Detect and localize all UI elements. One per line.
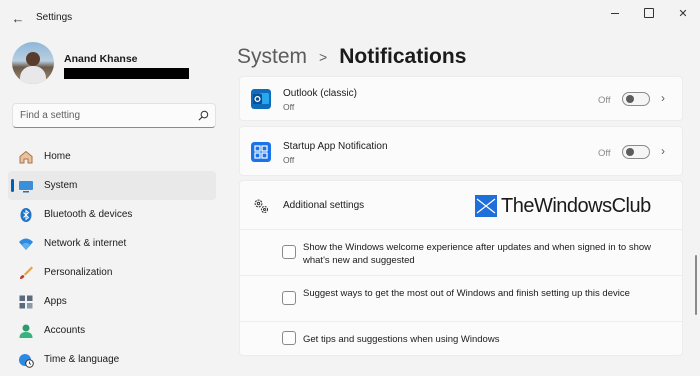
maximize-button[interactable] xyxy=(632,4,666,22)
sidebar-item-personalization[interactable]: Personalization xyxy=(8,258,216,287)
option-checkbox[interactable] xyxy=(282,331,296,345)
app-notification-row[interactable]: Outlook (classic) Off Off › xyxy=(239,76,683,121)
system-icon xyxy=(19,181,33,193)
sidebar-item-bluetooth[interactable]: Bluetooth & devices xyxy=(8,200,216,229)
notification-toggle[interactable] xyxy=(622,92,650,106)
window-title: Settings xyxy=(36,12,73,23)
user-name: Anand Khanse xyxy=(64,53,138,65)
chevron-right-icon[interactable]: › xyxy=(661,144,665,158)
avatar xyxy=(12,42,54,84)
sidebar-item-label: Home xyxy=(44,151,71,162)
bluetooth-icon xyxy=(20,208,32,222)
apps-icon xyxy=(19,295,33,309)
page-title: Notifications xyxy=(339,45,467,68)
app-notification-row[interactable]: Startup App Notification Off Off › xyxy=(239,126,683,176)
redacted-email xyxy=(64,68,189,79)
outlook-icon xyxy=(251,89,271,109)
option-label: Suggest ways to get the most out of Wind… xyxy=(303,288,630,299)
toggle-state-label: Off xyxy=(598,95,611,106)
back-arrow-icon[interactable]: ← xyxy=(8,8,28,28)
search-placeholder: Find a setting xyxy=(20,110,81,121)
notification-toggle[interactable] xyxy=(622,145,650,159)
wifi-icon xyxy=(19,238,33,250)
windows-logo-icon xyxy=(475,195,497,217)
app-status: Off xyxy=(283,155,295,165)
sidebar-item-label: Apps xyxy=(44,296,67,307)
brush-icon xyxy=(20,266,33,279)
sidebar-item-label: Network & internet xyxy=(44,238,127,249)
sidebar-item-label: Time & language xyxy=(44,354,120,365)
watermark: TheWindowsClub xyxy=(475,193,651,219)
sidebar-item-network[interactable]: Network & internet xyxy=(8,229,216,258)
breadcrumb: System > Notifications xyxy=(237,43,466,71)
account-icon xyxy=(19,324,33,338)
sidebar-item-label: Personalization xyxy=(44,267,113,278)
globe-clock-icon xyxy=(19,354,34,368)
startup-app-icon xyxy=(251,142,271,162)
sidebar-item-label: Accounts xyxy=(44,325,86,336)
sidebar-item-home[interactable]: Home xyxy=(8,142,216,171)
sidebar-item-label: System xyxy=(44,180,78,191)
search-input[interactable]: Find a setting xyxy=(12,103,216,128)
option-checkbox[interactable] xyxy=(282,245,296,259)
app-name: Outlook (classic) xyxy=(283,88,357,99)
app-name: Startup App Notification xyxy=(283,141,388,152)
minimize-button[interactable] xyxy=(598,4,632,22)
search-icon xyxy=(198,110,209,121)
breadcrumb-root[interactable]: System xyxy=(237,45,307,69)
divider xyxy=(240,275,682,276)
title-bar: ← Settings xyxy=(0,0,700,36)
sidebar-item-time-language[interactable]: Time & language xyxy=(8,345,216,374)
divider xyxy=(240,321,682,322)
home-icon xyxy=(19,150,33,164)
option-label: Show the Windows welcome experience afte… xyxy=(303,242,652,266)
sidebar-item-accounts[interactable]: Accounts xyxy=(8,316,216,345)
divider xyxy=(240,229,682,230)
sidebar-item-label: Bluetooth & devices xyxy=(44,209,133,220)
vertical-scrollbar[interactable] xyxy=(695,255,697,315)
gear-icon xyxy=(254,199,269,214)
close-button[interactable] xyxy=(666,4,700,22)
app-status: Off xyxy=(283,102,295,112)
option-label: Get tips and suggestions when using Wind… xyxy=(303,334,500,345)
option-checkbox[interactable] xyxy=(282,291,296,305)
sidebar-item-system[interactable]: System xyxy=(8,171,216,200)
sidebar-nav: Home System Bluetooth & devices Network … xyxy=(8,142,218,374)
toggle-state-label: Off xyxy=(598,148,611,159)
breadcrumb-separator: > xyxy=(319,49,328,65)
chevron-right-icon[interactable]: › xyxy=(661,91,665,105)
user-profile[interactable]: Anand Khanse xyxy=(12,42,222,92)
watermark-text: TheWindowsClub xyxy=(501,194,651,217)
section-title: Additional settings xyxy=(283,200,365,211)
sidebar-item-apps[interactable]: Apps xyxy=(8,287,216,316)
